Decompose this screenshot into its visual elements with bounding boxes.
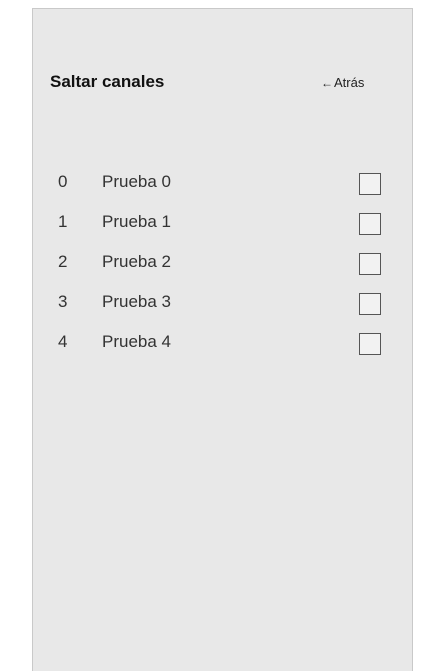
arrow-left-icon: ←	[321, 75, 333, 90]
channel-number: 1	[58, 212, 68, 231]
channel-number: 0	[58, 172, 68, 191]
skip-checkbox[interactable]	[359, 253, 381, 275]
skip-channels-panel: Saltar canales ← Atrás 0 Prueba 0 1 Prue…	[32, 8, 413, 671]
skip-checkbox[interactable]	[359, 213, 381, 235]
back-label: Atrás	[334, 75, 365, 90]
channel-name: Prueba 3	[102, 292, 171, 311]
channel-name: Prueba 1	[102, 212, 171, 231]
skip-checkbox[interactable]	[359, 173, 381, 195]
channel-name: Prueba 2	[102, 252, 171, 271]
channel-row: 3 Prueba 3	[33, 284, 412, 324]
skip-checkbox[interactable]	[359, 293, 381, 315]
back-button[interactable]: ← Atrás	[321, 75, 364, 90]
channel-number: 4	[58, 332, 68, 351]
channel-name: Prueba 0	[102, 172, 171, 191]
skip-checkbox[interactable]	[359, 333, 381, 355]
channel-row: 1 Prueba 1	[33, 204, 412, 244]
channel-number: 3	[58, 292, 68, 311]
channel-number: 2	[58, 252, 68, 271]
channel-row: 0 Prueba 0	[33, 164, 412, 204]
channel-name: Prueba 4	[102, 332, 171, 351]
channel-row: 2 Prueba 2	[33, 244, 412, 284]
channel-row: 4 Prueba 4	[33, 324, 412, 364]
page-title: Saltar canales	[50, 72, 165, 91]
